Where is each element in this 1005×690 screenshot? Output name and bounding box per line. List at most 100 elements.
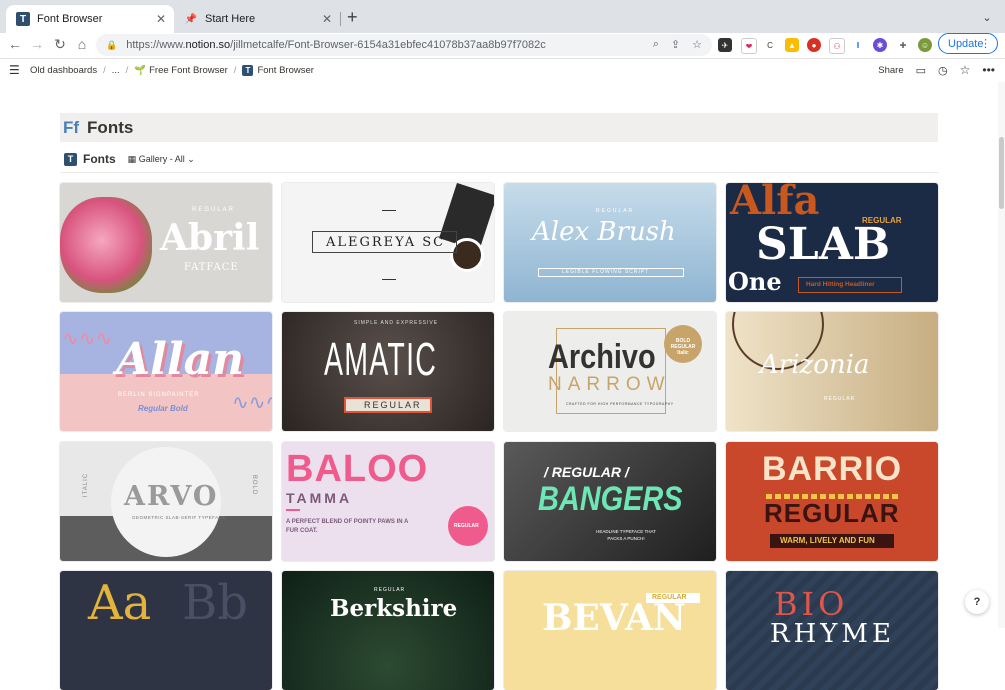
gallery-card-berkshire[interactable]: REGULAR Berkshire bbox=[282, 571, 494, 690]
back-arrow-icon[interactable]: ← bbox=[6, 36, 24, 52]
card-sub-label: A PERFECT BLEND OF POINTY PAWS IN A FUR … bbox=[286, 519, 409, 534]
tomato-icon[interactable]: ● bbox=[807, 38, 821, 52]
extension-3-icon[interactable]: C bbox=[763, 38, 777, 52]
extension-7-icon[interactable]: ‖ bbox=[851, 38, 865, 52]
gallery-card-bangers[interactable]: / REGULAR / BANGERS HEADLINE TYPEFACE TH… bbox=[504, 442, 716, 561]
page-title[interactable]: Fonts bbox=[87, 118, 133, 138]
gallery-card-archivo-narrow[interactable]: BOLD REGULAR Italic Archivo NARROW CRAFT… bbox=[504, 312, 716, 431]
more-vertical-icon: ⋮ bbox=[980, 38, 991, 50]
card-main-label: BANGERS bbox=[538, 480, 683, 518]
card-sub-label: WARM, LIVELY AND FUN bbox=[780, 536, 875, 545]
hamburger-menu-icon[interactable]: ☰ bbox=[9, 63, 20, 77]
card-main3-label: One bbox=[728, 267, 782, 296]
update-button[interactable]: Update ⋮ bbox=[938, 33, 998, 54]
home-icon[interactable]: ⌂ bbox=[73, 36, 91, 52]
breadcrumb-item[interactable]: ... bbox=[112, 65, 120, 76]
card-sub-label: BERLIN SIGNPAINTER bbox=[118, 392, 200, 398]
card-sub-label: HEADLINE TYPEFACE THAT PACKS A PUNCH! bbox=[596, 529, 656, 541]
gallery-card-allan[interactable]: ∿∿∿ ∿∿∿ Allan BERLIN SIGNPAINTER Regular… bbox=[60, 312, 272, 431]
help-button[interactable]: ? bbox=[965, 590, 989, 614]
card-main-label: Alfa bbox=[730, 183, 820, 224]
notion-favicon-icon: T bbox=[16, 12, 30, 26]
gallery-card-amatic[interactable]: SIMPLE AND EXPRESSIVE AMATIC REGULAR bbox=[282, 312, 494, 431]
gallery-card-baloo-tamma[interactable]: BALOO TAMMA A PERFECT BLEND OF POINTY PA… bbox=[282, 442, 494, 561]
view-selector[interactable]: ▦ Gallery - All ⌄ bbox=[128, 154, 195, 165]
tab-font-browser[interactable]: T Font Browser ✕ bbox=[6, 5, 174, 33]
share-page-icon[interactable]: ⇪ bbox=[671, 38, 680, 51]
card-main-label: BALOO bbox=[286, 448, 429, 490]
more-options-icon[interactable]: ••• bbox=[982, 63, 995, 77]
extension-1-icon[interactable]: ✈ bbox=[718, 38, 732, 52]
sprout-icon: 🌱 bbox=[134, 64, 147, 76]
extension-6-icon[interactable]: ⚇ bbox=[829, 38, 845, 54]
comment-icon[interactable]: ▭ bbox=[916, 64, 926, 77]
gallery-card-arizonia[interactable]: Arizonia REGULAR bbox=[726, 312, 938, 431]
address-bar[interactable]: 🔒 https://www.notion.so/jillmetcalfe/Fon… bbox=[96, 34, 712, 56]
gallery-card-alfa-slab-one[interactable]: Alfa REGULAR SLAB One Hard Hitting Headl… bbox=[726, 183, 938, 302]
forward-arrow-icon[interactable]: → bbox=[28, 36, 46, 52]
history-clock-icon[interactable]: ◷ bbox=[938, 64, 948, 77]
drive-icon[interactable]: ▲ bbox=[785, 38, 799, 52]
gallery-card-alegreya-sc[interactable]: ALEGREYA SC bbox=[282, 183, 494, 302]
database-title[interactable]: Fonts bbox=[83, 152, 116, 166]
tab-start-here[interactable]: 📌 Start Here ✕ bbox=[174, 5, 340, 33]
card-side-label: ITALIC bbox=[83, 472, 90, 498]
card-top-label: / REGULAR / bbox=[544, 464, 629, 480]
breadcrumb-separator: / bbox=[125, 64, 129, 76]
gallery-card-barrio[interactable]: BARRIO REGULAR WARM, LIVELY AND FUN bbox=[726, 442, 938, 561]
bookmark-star-icon[interactable]: ☆ bbox=[692, 38, 702, 51]
gallery-card-abril-fatface[interactable]: REGULAR Abril FATFACE bbox=[60, 183, 272, 302]
tab-search-chevron-icon[interactable]: ⌄ bbox=[977, 8, 997, 26]
card-side-label: BOLD bbox=[251, 474, 258, 496]
card-top-label: REGULAR bbox=[192, 207, 236, 213]
breadcrumb: Old dashboards / ... / 🌱 Free Font Browse… bbox=[30, 64, 314, 76]
card-badge: REGULAR bbox=[454, 523, 479, 529]
scrollbar-thumb[interactable] bbox=[999, 137, 1004, 209]
card-main-label: BARRIO bbox=[762, 450, 903, 488]
card-main-label: Aa bbox=[88, 575, 152, 631]
tab-separator bbox=[340, 12, 341, 26]
zoom-search-icon[interactable]: ⌕ bbox=[653, 38, 659, 51]
close-icon[interactable]: ✕ bbox=[156, 12, 166, 26]
card-main2-label: RHYME bbox=[770, 619, 896, 649]
puzzle-icon[interactable]: ✚ bbox=[896, 38, 910, 52]
card-sub-label: REGULAR bbox=[824, 396, 856, 402]
card-main-label: AMATIC bbox=[324, 333, 438, 385]
card-top-label: SIMPLE AND EXPRESSIVE bbox=[354, 320, 439, 326]
page-header-block: Ff Fonts bbox=[60, 113, 938, 142]
breadcrumb-item[interactable]: T Font Browser bbox=[242, 64, 314, 76]
gallery-card-alex-brush[interactable]: REGULAR Alex Brush LEGIBLE FLOWING SCRIP… bbox=[504, 183, 716, 302]
card-main-label: ARVO bbox=[124, 481, 219, 512]
pocket-icon[interactable]: ❤ bbox=[741, 38, 757, 54]
gallery-card-arvo[interactable]: ITALIC BOLD ARVO GEOMETRIC SLAB-SERIF TY… bbox=[60, 442, 272, 561]
share-button[interactable]: Share bbox=[878, 65, 903, 76]
card-sub-label: Hard Hitting Headliner bbox=[806, 281, 875, 288]
database-view-bar: T Fonts ▦ Gallery - All ⌄ bbox=[64, 150, 195, 168]
card-main-label: BIO bbox=[774, 585, 849, 623]
card-main2-label: REGULAR bbox=[764, 498, 900, 528]
card-main2-label: NARROW bbox=[548, 374, 671, 395]
browser-toolbar: ← → ↻ ⌂ 🔒 https://www.notion.so/jillmetc… bbox=[0, 33, 1005, 59]
favorite-star-icon[interactable]: ☆ bbox=[960, 63, 971, 77]
card-sub2-label: Regular Bold bbox=[138, 404, 188, 413]
new-tab-icon[interactable]: + bbox=[347, 8, 358, 26]
card-sub-label: LEGIBLE FLOWING SCRIPT bbox=[562, 269, 650, 275]
extension-8-icon[interactable]: ✱ bbox=[873, 38, 887, 52]
breadcrumb-item[interactable]: 🌱 Free Font Browser bbox=[134, 65, 228, 76]
flower-image bbox=[60, 197, 152, 293]
card-top-label: REGULAR bbox=[596, 208, 635, 214]
avatar[interactable]: ☺ bbox=[918, 38, 932, 52]
gallery-card-bevan[interactable]: REGULAR BEVAN bbox=[504, 571, 716, 690]
close-icon[interactable]: ✕ bbox=[322, 12, 332, 26]
breadcrumb-separator: / bbox=[233, 64, 237, 76]
card-main2-label: TAMMA bbox=[286, 490, 353, 506]
gallery-card-bebas-neue[interactable]: Aa Bb bbox=[60, 571, 272, 690]
pushpin-icon: 📌 bbox=[184, 13, 198, 25]
breadcrumb-item[interactable]: Old dashboards bbox=[30, 65, 97, 76]
reload-icon[interactable]: ↻ bbox=[51, 36, 69, 53]
database-icon: T bbox=[64, 152, 77, 166]
card-main2-label: SLAB bbox=[756, 219, 891, 270]
card-main-label: Arizonia bbox=[760, 350, 870, 380]
gallery-card-bio-rhyme[interactable]: BIO RHYME bbox=[726, 571, 938, 690]
tab-title: Start Here bbox=[205, 13, 256, 25]
